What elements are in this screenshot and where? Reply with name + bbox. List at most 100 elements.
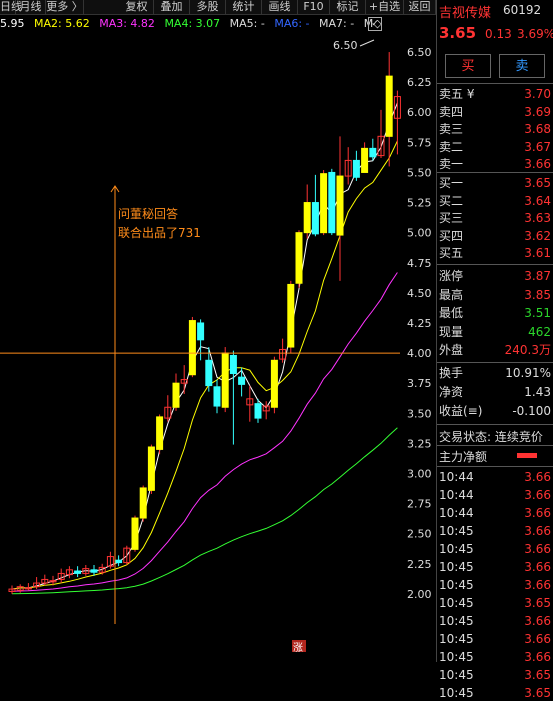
main-flow-label: 主力净额 <box>439 450 488 464</box>
stat2-row-label: 收益(≡) <box>439 404 483 418</box>
toolbar-more-button[interactable]: 更多 〉 <box>46 0 84 14</box>
toolbar-multi-stock-button[interactable]: 多股 <box>190 0 226 14</box>
candle <box>352 159 360 178</box>
stat2-row-label: 换手 <box>439 366 464 380</box>
buy-level: 买一 3.65 <box>439 175 551 191</box>
tick-row-value: 3.66 <box>524 470 551 484</box>
sell-level-value: 3.69 <box>524 104 551 119</box>
price-axis-label: 3.00 <box>407 467 432 480</box>
candle <box>254 403 262 419</box>
buy-level-value: 3.64 <box>524 193 551 208</box>
buy-level: 买三 3.63 <box>439 210 551 226</box>
toolbar-day-button[interactable]: 日线 <box>0 0 22 14</box>
ma6-label: MA6: - <box>274 17 310 30</box>
stat2-row-value: 1.43 <box>524 385 551 399</box>
stock-code: 60192 <box>503 3 542 17</box>
toolbar-overlay-button[interactable]: 叠加 <box>154 0 190 14</box>
price-axis-label: 2.00 <box>407 588 432 601</box>
tick-row-value: 3.66 <box>524 650 551 664</box>
price-change: 0.13 <box>485 27 512 41</box>
buy-level-label: 买五 <box>439 246 464 260</box>
stat-row-label: 涨停 <box>439 269 464 283</box>
chart-settings-checkbox-icon[interactable]: ✓ <box>368 17 382 31</box>
ma3-label: MA3: 4.82 <box>99 17 155 30</box>
buy-button[interactable]: 买 <box>445 54 491 78</box>
price-axis-label: 3.50 <box>407 407 432 420</box>
candle <box>229 354 237 375</box>
buy-level-value: 3.65 <box>524 176 551 190</box>
tick-row: 10:44 3.66 <box>439 505 551 521</box>
ma2-label: MA2: 5.62 <box>34 17 90 30</box>
ma3-line <box>11 272 398 592</box>
toolbar-mark-button[interactable]: 标记 <box>330 0 366 14</box>
buy-level: 买五 3.61 <box>439 245 551 261</box>
toolbar-f10-button[interactable]: F10 <box>298 0 330 14</box>
sell-level: 卖四 3.69 <box>439 104 551 120</box>
tick-row-value: 3.66 <box>524 542 551 556</box>
stat-row: 现量 462 <box>439 324 551 340</box>
tick-row: 10:45 3.66 <box>439 541 551 557</box>
annotation-line2: 联合出品了731 <box>118 225 201 240</box>
stat2-row: 净资 1.43 <box>439 384 551 400</box>
candle <box>238 376 246 385</box>
sell-level-label: 卖二 <box>439 139 464 154</box>
tick-row-label: 10:45 <box>439 668 474 682</box>
candle <box>361 147 369 173</box>
sell-level-label: 卖四 <box>439 104 464 119</box>
sell-level-label: 卖一 <box>439 157 464 171</box>
high-marker-pointer <box>359 39 375 47</box>
stat-row: 最高 3.85 <box>439 287 551 303</box>
sell-level: 卖二 3.67 <box>439 139 551 155</box>
tick-row: 10:45 3.66 <box>439 649 551 665</box>
current-price: 3.65 <box>439 24 477 42</box>
sell-level-value: 3.67 <box>524 139 551 154</box>
candle <box>90 569 98 573</box>
tick-row-value: 3.65 <box>524 668 551 682</box>
price-axis-label: 3.25 <box>407 437 432 450</box>
toolbar-adjust-button[interactable]: 复权 <box>120 0 154 14</box>
candle <box>270 359 278 408</box>
high-price-marker: 6.50 <box>333 39 358 52</box>
tick-row: 10:45 3.66 <box>439 523 551 539</box>
tick-row: 10:45 3.66 <box>439 559 551 575</box>
sell-level: 卖五 ¥ 3.70 <box>439 86 551 102</box>
buy-level-value: 3.62 <box>524 228 551 243</box>
stat2-row: 换手 10.91% <box>439 365 551 381</box>
stat2-row-value: -0.100 <box>512 404 551 418</box>
main-flow-bar <box>517 453 537 458</box>
tick-row-value: 3.66 <box>524 560 551 574</box>
candle <box>311 202 319 235</box>
price-axis-label: 3.75 <box>407 377 432 390</box>
candle <box>197 322 205 341</box>
stat2-row: 收益(≡) -0.100 <box>439 403 551 419</box>
price-axis-label: 5.75 <box>407 136 432 149</box>
tick-row: 10:44 3.66 <box>439 487 551 503</box>
candle <box>115 559 123 564</box>
buy-level-label: 买二 <box>439 193 464 208</box>
candle <box>213 386 221 407</box>
toolbar-stats-button[interactable]: 统计 <box>226 0 262 14</box>
stat2-row-label: 净资 <box>439 385 464 399</box>
price-axis-label: 5.00 <box>407 227 432 240</box>
tick-row-value: 3.66 <box>524 578 551 592</box>
sell-level-value: 3.66 <box>524 157 551 171</box>
toolbar-draw-button[interactable]: 画线 <box>262 0 298 14</box>
toolbar-back-button[interactable]: 返回 <box>404 0 436 14</box>
annotation-line1: 问董秘回答 <box>118 206 178 221</box>
sell-level-value: 3.68 <box>524 122 551 136</box>
price-axis-label: 2.50 <box>407 528 432 541</box>
tick-row: 10:45 3.66 <box>439 577 551 593</box>
stat-row-value: 3.87 <box>524 269 551 283</box>
sell-button[interactable]: 卖 <box>499 54 545 78</box>
stat-row: 涨停 3.87 <box>439 268 551 284</box>
candlestick-chart[interactable]: 6.50 6.25 6.00 5.75 5.50 5.25 5.00 4.75 4.50 4.25… <box>0 34 434 652</box>
sell-level-label: 卖五 ¥ <box>439 87 475 101</box>
toolbar-add-watchlist-button[interactable]: +自选 <box>366 0 404 14</box>
price-axis-label: 6.25 <box>407 76 432 89</box>
buy-level-label: 买三 <box>439 211 464 225</box>
stat-row-label: 外盘 <box>439 343 464 357</box>
candle <box>336 175 344 236</box>
toolbar-month-button[interactable]: 月线 <box>16 0 46 14</box>
price-axis-label: 6.50 <box>407 46 432 59</box>
candle <box>24 587 32 590</box>
